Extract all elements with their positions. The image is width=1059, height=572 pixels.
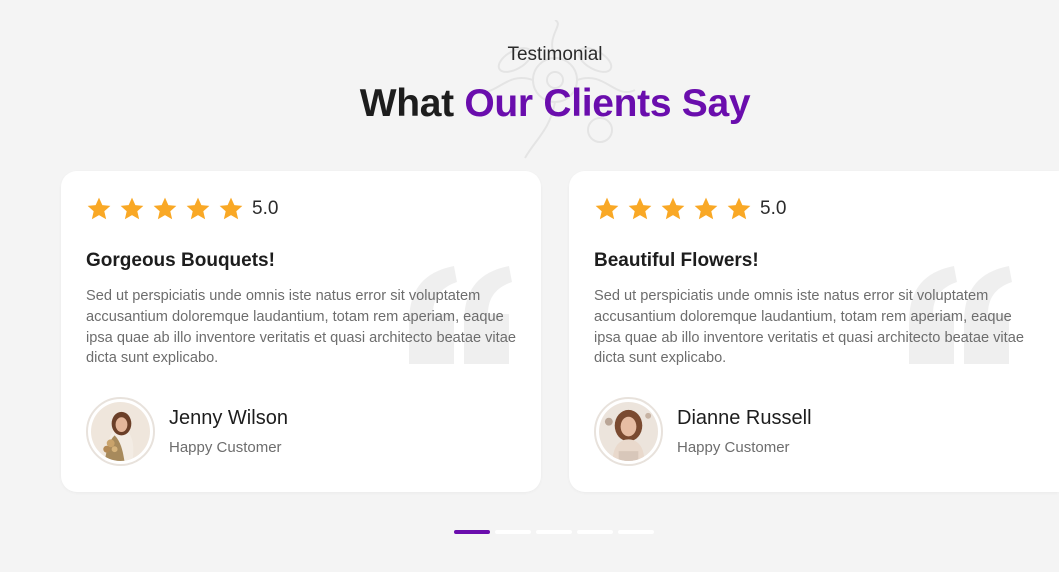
star-icon [595, 197, 619, 220]
star-icon [153, 197, 177, 220]
pagination-dot-1[interactable] [454, 530, 490, 534]
author-name: Dianne Russell [677, 407, 812, 429]
testimonial-card: 5.0 Beautiful Flowers! Sed ut perspiciat… [569, 171, 1059, 492]
testimonial-title: Beautiful Flowers! [594, 250, 759, 271]
avatar [594, 397, 663, 466]
testimonial-text: Sed ut perspiciatis unde omnis iste natu… [86, 288, 516, 367]
author-name: Jenny Wilson [169, 407, 288, 429]
star-icon [120, 197, 144, 220]
testimonial-text: Sed ut perspiciatis unde omnis iste natu… [594, 288, 1024, 367]
customer-photo [91, 402, 150, 461]
avatar [86, 397, 155, 466]
heading-prefix: What [359, 82, 465, 125]
star-icon [661, 197, 685, 220]
testimonial-author: Dianne Russell Happy Customer [594, 397, 812, 466]
pagination-dot-2[interactable] [495, 530, 531, 534]
testimonial-title: Gorgeous Bouquets! [86, 250, 275, 271]
star-icon [727, 197, 751, 220]
star-icon [628, 197, 652, 220]
pagination-dot-5[interactable] [618, 530, 654, 534]
rating-value: 5.0 [252, 198, 279, 219]
pagination-dot-4[interactable] [577, 530, 613, 534]
star-icon [186, 197, 210, 220]
customer-photo [599, 402, 658, 461]
star-icon [694, 197, 718, 220]
testimonial-card: 5.0 Gorgeous Bouquets! Sed ut perspiciat… [61, 171, 541, 492]
star-rating: 5.0 [86, 196, 278, 222]
testimonial-author: Jenny Wilson Happy Customer [86, 397, 288, 466]
star-icon [219, 197, 243, 220]
section-eyebrow: Testimonial [507, 44, 603, 65]
heading-accent: Our Clients Say [464, 82, 751, 125]
testimonial-section: Testimonial What Our Clients Say 5.0 Gor… [0, 0, 1059, 572]
rating-value: 5.0 [760, 198, 787, 219]
section-heading: What Our Clients Say [0, 82, 1059, 126]
carousel-pagination [454, 530, 659, 534]
star-rating: 5.0 [594, 196, 786, 222]
author-role: Happy Customer [169, 439, 282, 456]
author-role: Happy Customer [677, 439, 790, 456]
pagination-dot-3[interactable] [536, 530, 572, 534]
star-icon [87, 197, 111, 220]
